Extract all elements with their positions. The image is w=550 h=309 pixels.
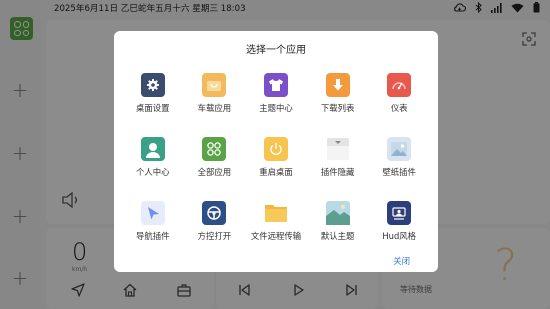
tshirt-icon bbox=[263, 73, 288, 97]
app-label: 个人中心 bbox=[136, 167, 170, 177]
app-label: Hud风格 bbox=[382, 231, 417, 241]
landscape-icon bbox=[325, 201, 350, 225]
app-item-remote-file-transfer[interactable]: 文件远程传输 bbox=[245, 201, 307, 252]
navigation-arrow-icon bbox=[140, 201, 165, 225]
person-icon bbox=[140, 137, 165, 161]
app-item-dashboard[interactable]: 仪表 bbox=[368, 73, 430, 124]
app-item-car-apps[interactable]: 车载应用 bbox=[184, 73, 246, 124]
folder-icon bbox=[263, 201, 288, 225]
wallpaper-icon bbox=[387, 137, 412, 161]
app-item-theme-center[interactable]: 主题中心 bbox=[245, 73, 307, 124]
app-picker-dialog: 选择一个应用 桌面设置 车载应用 主题中心 下载列表 仪表 个人中心 全部应用 … bbox=[114, 31, 438, 272]
app-item-wallpaper-plugin[interactable]: 壁纸插件 bbox=[368, 137, 430, 188]
gauge-icon bbox=[387, 73, 412, 97]
app-item-steering-control[interactable]: 方控打开 bbox=[184, 201, 246, 252]
app-item-personal-center[interactable]: 个人中心 bbox=[122, 137, 184, 188]
app-item-restart-desktop[interactable]: 重启桌面 bbox=[245, 137, 307, 188]
app-label: 重启桌面 bbox=[259, 167, 293, 177]
app-label: 文件远程传输 bbox=[250, 231, 302, 241]
app-item-default-theme[interactable]: 默认主题 bbox=[307, 201, 369, 252]
app-label: 车载应用 bbox=[197, 103, 232, 113]
app-label: 默认主题 bbox=[320, 231, 355, 241]
app-label: 壁纸插件 bbox=[382, 167, 416, 177]
app-item-hud-style[interactable]: Hud风格 bbox=[368, 201, 430, 252]
app-label: 桌面设置 bbox=[136, 103, 170, 113]
gear-icon bbox=[140, 73, 165, 97]
app-grid: 桌面设置 车载应用 主题中心 下载列表 仪表 个人中心 全部应用 重启桌面 插件… bbox=[122, 73, 430, 252]
app-item-download-list[interactable]: 下载列表 bbox=[307, 73, 369, 124]
download-icon bbox=[325, 73, 350, 97]
app-item-navigation-plugin[interactable]: 导航插件 bbox=[122, 201, 184, 252]
app-item-hide-widgets[interactable]: 插件隐藏 bbox=[307, 137, 369, 188]
app-label: 导航插件 bbox=[136, 231, 170, 241]
widget-hide-icon bbox=[325, 137, 350, 161]
app-label: 方控打开 bbox=[197, 231, 232, 241]
app-item-all-apps[interactable]: 全部应用 bbox=[184, 137, 246, 188]
power-icon bbox=[263, 137, 288, 161]
app-label: 主题中心 bbox=[259, 103, 293, 113]
app-item-desktop-settings[interactable]: 桌面设置 bbox=[122, 73, 184, 124]
app-grid-icon bbox=[202, 137, 227, 161]
hud-icon bbox=[387, 201, 412, 225]
app-label: 仪表 bbox=[390, 103, 408, 113]
shopping-bag-icon bbox=[202, 73, 227, 97]
steering-wheel-icon bbox=[202, 201, 227, 225]
dialog-title: 选择一个应用 bbox=[246, 45, 306, 56]
close-button[interactable]: 关闭 bbox=[393, 255, 410, 267]
app-label: 插件隐藏 bbox=[320, 167, 355, 177]
app-label: 下载列表 bbox=[320, 103, 355, 113]
app-label: 全部应用 bbox=[197, 167, 232, 177]
